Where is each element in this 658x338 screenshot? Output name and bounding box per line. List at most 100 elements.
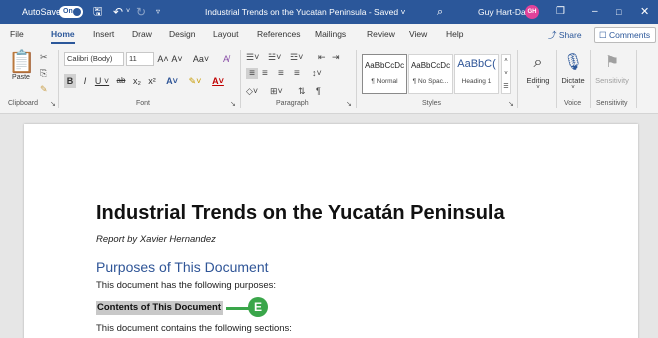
- line-spacing-button[interactable]: ↕˅: [312, 68, 322, 78]
- toggle-knob: [73, 8, 81, 16]
- search-icon[interactable]: ⌕: [437, 0, 443, 24]
- group-divider: [590, 50, 591, 108]
- clear-formatting-button[interactable]: A̸: [220, 52, 232, 66]
- editing-label: Editing: [526, 76, 550, 85]
- underline-button[interactable]: U ˅: [93, 74, 111, 88]
- dictate-button[interactable]: 🎙 Dictate ˅: [558, 52, 588, 91]
- comments-button[interactable]: ☐ Comments: [594, 27, 656, 43]
- cut-icon[interactable]: ✂: [40, 52, 48, 63]
- text-effects-button[interactable]: A˅: [164, 74, 180, 88]
- copy-icon[interactable]: ⎘: [40, 68, 47, 79]
- tab-references[interactable]: References: [257, 24, 300, 46]
- dictate-label: Dictate: [561, 76, 585, 85]
- align-right-button[interactable]: ≡: [278, 68, 284, 79]
- italic-button[interactable]: I: [80, 74, 90, 88]
- bold-button[interactable]: B: [64, 74, 76, 88]
- paste-label: Paste: [12, 74, 30, 81]
- multilevel-list-button[interactable]: ☲˅: [290, 52, 303, 63]
- chevron-down-icon: ˅: [571, 85, 575, 91]
- style-preview: AaBbCcDc: [410, 61, 451, 70]
- shrink-font-button[interactable]: A˅: [171, 52, 183, 66]
- undo-dropdown-icon[interactable]: ˅: [126, 0, 130, 24]
- more-styles-icon[interactable]: ☰: [502, 81, 510, 94]
- group-divider: [58, 50, 59, 108]
- customize-qat-icon[interactable]: ▿: [156, 0, 160, 24]
- center-button[interactable]: ≡: [262, 68, 268, 79]
- close-icon[interactable]: ✕: [640, 0, 649, 24]
- sensitivity-button[interactable]: ⚑ Sensitivity: [592, 52, 632, 85]
- ribbon-home: 📋 Paste ✂ ⎘ ✎ Clipboard ↘ Calibri (Body)…: [0, 46, 658, 114]
- change-case-button[interactable]: Aa˅: [191, 52, 211, 66]
- subscript-button[interactable]: x₂: [131, 74, 143, 88]
- document-heading[interactable]: Industrial Trends on the Yucatán Peninsu…: [96, 202, 505, 225]
- strikethrough-button[interactable]: ab: [114, 74, 128, 88]
- show-marks-button[interactable]: ¶: [316, 86, 321, 96]
- tab-insert[interactable]: Insert: [93, 24, 114, 46]
- decrease-indent-button[interactable]: ⇤: [318, 52, 326, 63]
- shading-button[interactable]: ◇˅: [246, 86, 258, 97]
- paragraph-launcher-icon[interactable]: ↘: [346, 100, 352, 108]
- minimize-icon[interactable]: –: [592, 0, 598, 24]
- autosave-state: On: [63, 8, 73, 15]
- share-button[interactable]: ⤴ Share: [548, 28, 582, 42]
- document-title[interactable]: Industrial Trends on the Yucatan Peninsu…: [205, 0, 405, 24]
- selected-heading[interactable]: Contents of This Document: [96, 301, 224, 315]
- tab-design[interactable]: Design: [169, 24, 195, 46]
- tab-review[interactable]: Review: [367, 24, 395, 46]
- document-page[interactable]: Industrial Trends on the Yucatán Peninsu…: [24, 124, 638, 338]
- font-name-select[interactable]: Calibri (Body): [64, 52, 124, 66]
- group-divider: [556, 50, 557, 108]
- grow-font-button[interactable]: A˄: [157, 52, 169, 66]
- tab-file[interactable]: File: [10, 24, 24, 46]
- clipboard-launcher-icon[interactable]: ↘: [50, 100, 56, 108]
- style-no-spacing[interactable]: AaBbCcDc ¶ No Spac...: [408, 54, 453, 94]
- increase-indent-button[interactable]: ⇥: [332, 52, 340, 63]
- font-group-label: Font: [136, 100, 151, 107]
- style-preview: AaBbC(: [457, 58, 496, 70]
- font-size-select[interactable]: 11: [126, 52, 154, 66]
- redo-icon[interactable]: ↻: [136, 0, 146, 24]
- numbering-button[interactable]: ☱˅: [268, 52, 281, 63]
- superscript-button[interactable]: x²: [146, 74, 158, 88]
- clipboard-group-label: Clipboard: [8, 100, 38, 107]
- body-paragraph[interactable]: This document has the following purposes…: [96, 280, 276, 291]
- tab-view[interactable]: View: [409, 24, 427, 46]
- save-icon[interactable]: 🖫: [93, 0, 102, 24]
- editing-button[interactable]: ⌕ Editing ˅: [521, 52, 555, 91]
- align-left-button[interactable]: ≡: [246, 68, 258, 79]
- font-color-button[interactable]: A˅: [210, 74, 226, 88]
- ribbon-display-options-icon[interactable]: ❐: [556, 0, 565, 24]
- format-painter-icon[interactable]: ✎: [40, 84, 48, 95]
- tab-layout[interactable]: Layout: [213, 24, 239, 46]
- paste-button[interactable]: 📋 Paste: [8, 50, 35, 82]
- maximize-icon[interactable]: □: [616, 0, 621, 24]
- body-paragraph[interactable]: This document contains the following sec…: [96, 323, 292, 334]
- callout-badge: E: [248, 297, 268, 317]
- chevron-down-icon[interactable]: ˅: [502, 68, 510, 81]
- tab-help[interactable]: Help: [446, 24, 463, 46]
- tab-draw[interactable]: Draw: [132, 24, 152, 46]
- styles-group-label: Styles: [422, 100, 442, 107]
- styles-launcher-icon[interactable]: ↘: [508, 100, 514, 108]
- style-heading-1[interactable]: AaBbC( Heading 1: [454, 54, 499, 94]
- font-launcher-icon[interactable]: ↘: [230, 100, 236, 108]
- avatar[interactable]: GH: [525, 5, 539, 19]
- undo-icon[interactable]: ↶: [113, 0, 123, 24]
- autosave-toggle[interactable]: On: [59, 6, 83, 18]
- style-preview: AaBbCcDc: [364, 61, 405, 70]
- document-canvas[interactable]: Industrial Trends on the Yucatán Peninsu…: [0, 114, 658, 338]
- tab-home[interactable]: Home: [51, 24, 75, 46]
- sort-button[interactable]: ⇅: [298, 86, 306, 97]
- author-line[interactable]: Report by Xavier Hernandez: [96, 234, 216, 245]
- borders-button[interactable]: ⊞˅: [270, 86, 283, 97]
- style-name: ¶ No Spac...: [412, 78, 449, 85]
- section-heading[interactable]: Purposes of This Document: [96, 259, 269, 275]
- justify-button[interactable]: ≡: [294, 68, 300, 79]
- tab-mailings[interactable]: Mailings: [315, 24, 346, 46]
- bullets-button[interactable]: ☰˅: [246, 52, 259, 63]
- sensitivity-group-label: Sensitivity: [596, 100, 628, 107]
- style-normal[interactable]: AaBbCcDc ¶ Normal: [362, 54, 407, 94]
- styles-gallery-scroll[interactable]: ˄ ˅ ☰: [501, 54, 511, 94]
- chevron-up-icon[interactable]: ˄: [502, 55, 510, 68]
- highlight-color-button[interactable]: ✎˅: [187, 74, 203, 88]
